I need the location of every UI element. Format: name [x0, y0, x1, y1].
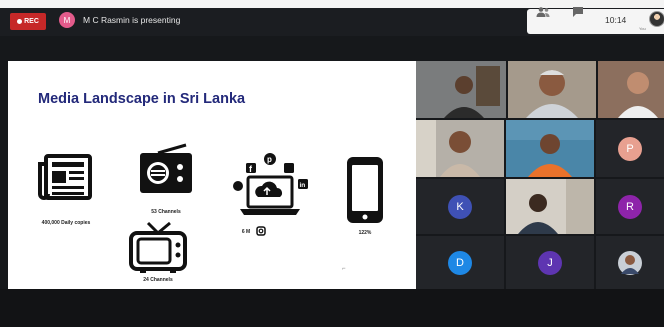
- participant-avatar: D: [448, 250, 472, 275]
- radio-label: 53 Channels: [151, 209, 181, 215]
- presenter-avatar: M: [59, 12, 75, 28]
- social-label: 6 M: [241, 229, 251, 235]
- shared-slide: Media Landscape in Sri Lanka 400,000 Dai…: [8, 61, 416, 289]
- svg-text:p: p: [267, 155, 272, 164]
- tv-label: 24 Channels: [143, 277, 173, 283]
- participant-video-icon: [598, 61, 664, 118]
- participant-video-tile[interactable]: [508, 61, 596, 118]
- participant-video-icon: [416, 120, 504, 177]
- top-strip: [0, 0, 664, 8]
- participant-tile[interactable]: [596, 236, 664, 289]
- chat-icon[interactable]: [570, 5, 586, 19]
- participant-avatar: J: [538, 250, 562, 275]
- participant-tile[interactable]: D: [416, 236, 504, 289]
- mobile-label: 122%: [358, 230, 372, 236]
- participant-video-tile[interactable]: [506, 179, 594, 234]
- participant-grid: P K R D J: [416, 61, 664, 289]
- rec-label: REC: [24, 18, 39, 25]
- participant-avatar: K: [448, 194, 472, 219]
- participant-video-icon: [416, 61, 506, 118]
- social-media-laptop-icon: f p in: [233, 153, 308, 215]
- participant-tile[interactable]: J: [506, 236, 594, 289]
- participant-photo-avatar: [618, 250, 642, 275]
- newspaper-label: 400,000 Daily copies: [41, 220, 91, 226]
- participant-video-tile[interactable]: [416, 120, 504, 177]
- recording-badge: REC: [10, 13, 46, 30]
- clock: 10:14: [605, 15, 627, 25]
- participant-video-icon: [508, 61, 596, 118]
- participant-video-tile[interactable]: [506, 120, 594, 177]
- mobile-phone-icon: [347, 157, 383, 223]
- self-avatar[interactable]: [649, 11, 664, 27]
- participant-avatar: R: [618, 194, 642, 219]
- participant-video-tile[interactable]: [598, 61, 664, 118]
- participant-tile[interactable]: R: [596, 179, 664, 234]
- participant-video-icon: [506, 179, 594, 234]
- slide-title: Media Landscape in Sri Lanka: [38, 91, 246, 107]
- participant-avatar: P: [618, 136, 642, 161]
- tv-icon: [129, 221, 187, 273]
- record-dot-icon: [17, 19, 23, 24]
- people-icon[interactable]: [535, 5, 551, 19]
- newspaper-icon: [38, 154, 92, 200]
- participant-tile[interactable]: P: [596, 120, 664, 177]
- mouse-cursor-icon: ⌐: [342, 266, 346, 272]
- participant-tile[interactable]: K: [416, 179, 504, 234]
- participant-video-icon: [506, 120, 594, 177]
- self-label: You: [639, 26, 646, 31]
- presenting-status: M C Rasmin is presenting: [83, 15, 181, 25]
- radio-icon: [140, 143, 192, 193]
- participant-video-tile[interactable]: [416, 61, 506, 118]
- svg-text:in: in: [300, 182, 306, 189]
- bottom-bar: [0, 289, 664, 327]
